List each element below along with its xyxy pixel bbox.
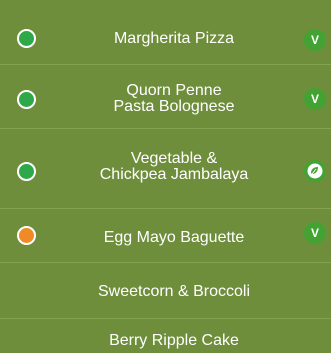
vegetarian-badge-icon: V xyxy=(304,88,326,110)
menu-item[interactable]: Quorn Penne Pasta Bolognese V xyxy=(0,64,331,128)
menu-item-name: Margherita Pizza xyxy=(113,30,235,47)
menu-item[interactable]: Margherita Pizza V xyxy=(0,0,331,64)
menu-item-name: Quorn Penne Pasta Bolognese xyxy=(113,82,235,115)
menu-item-name: Vegetable & Chickpea Jambalaya xyxy=(99,150,249,183)
status-dot-icon xyxy=(17,29,36,48)
menu-item-name: Sweetcorn & Broccoli xyxy=(97,283,251,300)
vegetarian-badge-icon: V xyxy=(304,29,326,51)
menu-item[interactable]: Sweetcorn & Broccoli xyxy=(0,262,331,318)
menu-item[interactable]: Berry Ripple Cake xyxy=(0,318,331,353)
menu-item[interactable]: Vegetable & Chickpea Jambalaya xyxy=(0,128,331,208)
menu-item-name: Egg Mayo Baguette xyxy=(103,229,245,246)
status-dot-icon xyxy=(17,90,36,109)
vegan-leaf-icon xyxy=(307,163,323,179)
vegan-leaf-icon xyxy=(304,160,326,182)
menu-list: Margherita Pizza V Quorn Penne Pasta Bol… xyxy=(0,0,331,353)
menu-item-name: Berry Ripple Cake xyxy=(109,332,239,349)
vegetarian-badge-icon: V xyxy=(304,222,326,244)
status-dot-icon xyxy=(17,162,36,181)
status-dot-icon xyxy=(17,226,36,245)
menu-item[interactable]: Egg Mayo Baguette V xyxy=(0,208,331,262)
